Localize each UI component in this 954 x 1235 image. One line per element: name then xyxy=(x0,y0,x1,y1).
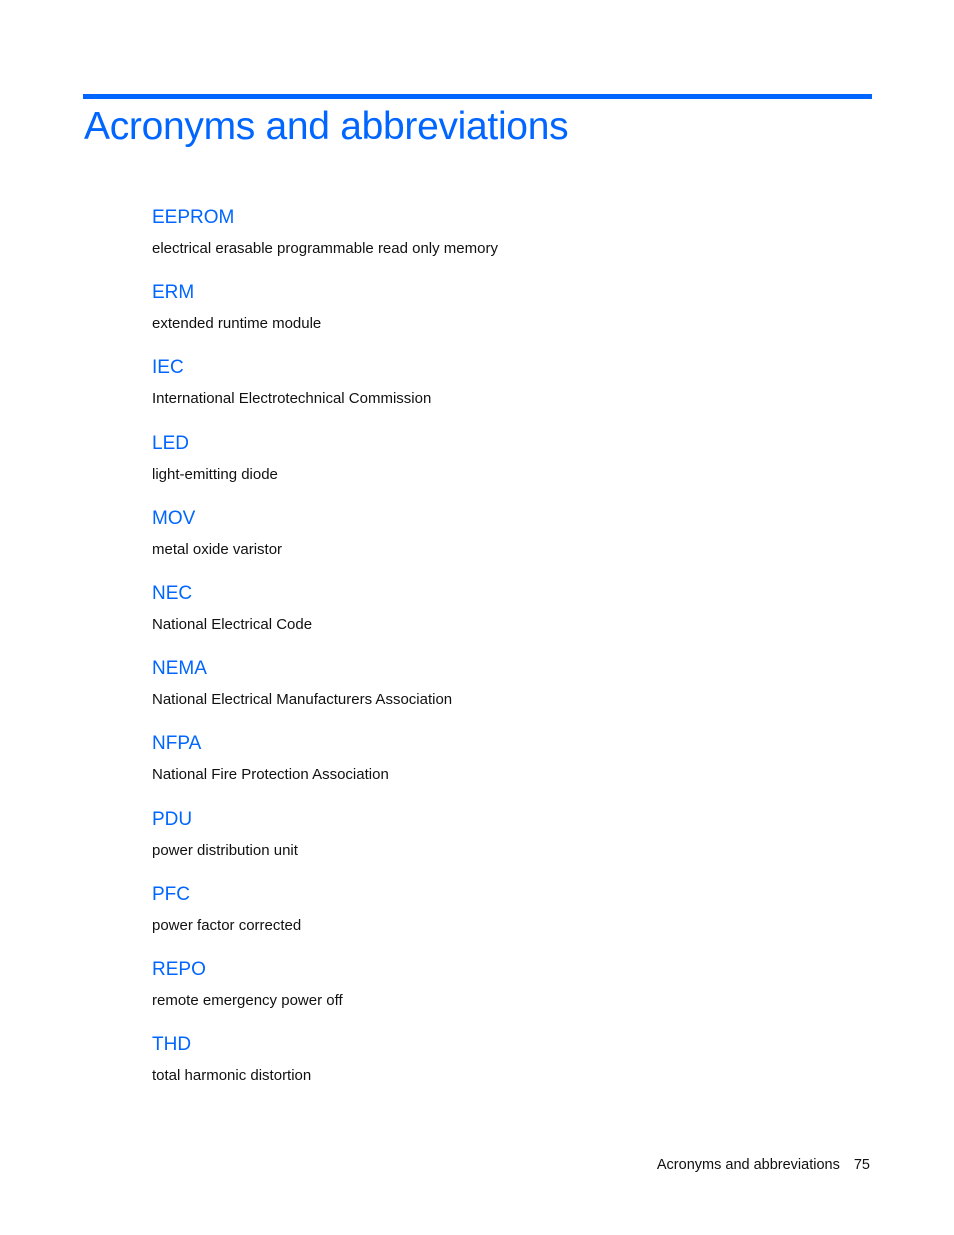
acronym-entry: REPO remote emergency power off xyxy=(152,956,498,1031)
acronym-term: EEPROM xyxy=(152,207,235,228)
acronym-entry: PFC power factor corrected xyxy=(152,881,498,956)
acronym-term: PDU xyxy=(152,808,193,830)
acronym-term: THD xyxy=(152,1034,192,1056)
acronym-term: MOV xyxy=(152,507,196,529)
acronym-definition: power factor corrected xyxy=(152,916,302,934)
acronym-list: EEPROM electrical erasable programmable … xyxy=(152,204,498,1106)
acronym-term: NEC xyxy=(152,582,193,604)
acronym-term: REPO xyxy=(152,958,206,980)
acronym-entry: ERM extended runtime module xyxy=(152,279,498,354)
title-rule xyxy=(83,94,872,99)
acronym-entry: NFPA National Fire Protection Associatio… xyxy=(152,730,498,805)
acronym-definition: light-emitting diode xyxy=(152,465,278,483)
acronym-entry: MOV metal oxide varistor xyxy=(152,505,498,580)
acronym-entry: NEC National Electrical Code xyxy=(152,580,498,655)
acronym-entry: IEC International Electrotechnical Commi… xyxy=(152,354,498,429)
acronym-definition: National Electrical Code xyxy=(152,615,313,633)
acronym-definition: National Electrical Manufacturers Associ… xyxy=(152,691,453,709)
acronym-entry: PDU power distribution unit xyxy=(152,806,498,881)
acronym-term: IEC xyxy=(152,357,184,379)
acronym-definition: International Electrotechnical Commissio… xyxy=(152,390,432,408)
acronym-definition: metal oxide varistor xyxy=(152,540,283,558)
acronym-definition: extended runtime module xyxy=(152,315,322,333)
page-title: Acronyms and abbreviations xyxy=(84,105,569,148)
acronym-term: LED xyxy=(152,432,189,454)
acronym-entry: NEMA National Electrical Manufacturers A… xyxy=(152,655,498,730)
page-footer: Acronyms and abbreviations 75 xyxy=(657,1157,870,1173)
page-number: 75 xyxy=(853,1157,870,1173)
acronym-term: PFC xyxy=(152,883,190,905)
acronym-term: NFPA xyxy=(152,733,202,755)
acronym-definition: remote emergency power off xyxy=(152,991,343,1009)
acronym-definition: National Fire Protection Association xyxy=(152,766,389,784)
acronym-term: NEMA xyxy=(152,658,207,680)
acronym-term: ERM xyxy=(152,282,195,304)
acronym-entry: THD total harmonic distortion xyxy=(152,1031,498,1106)
acronym-definition: electrical erasable programmable read on… xyxy=(152,240,498,257)
acronym-entry: LED light-emitting diode xyxy=(152,430,498,505)
acronym-entry: EEPROM electrical erasable programmable … xyxy=(152,204,498,279)
footer-section-title: Acronyms and abbreviations xyxy=(656,1157,840,1173)
acronym-definition: power distribution unit xyxy=(152,841,298,859)
acronym-definition: total harmonic distortion xyxy=(152,1067,312,1085)
